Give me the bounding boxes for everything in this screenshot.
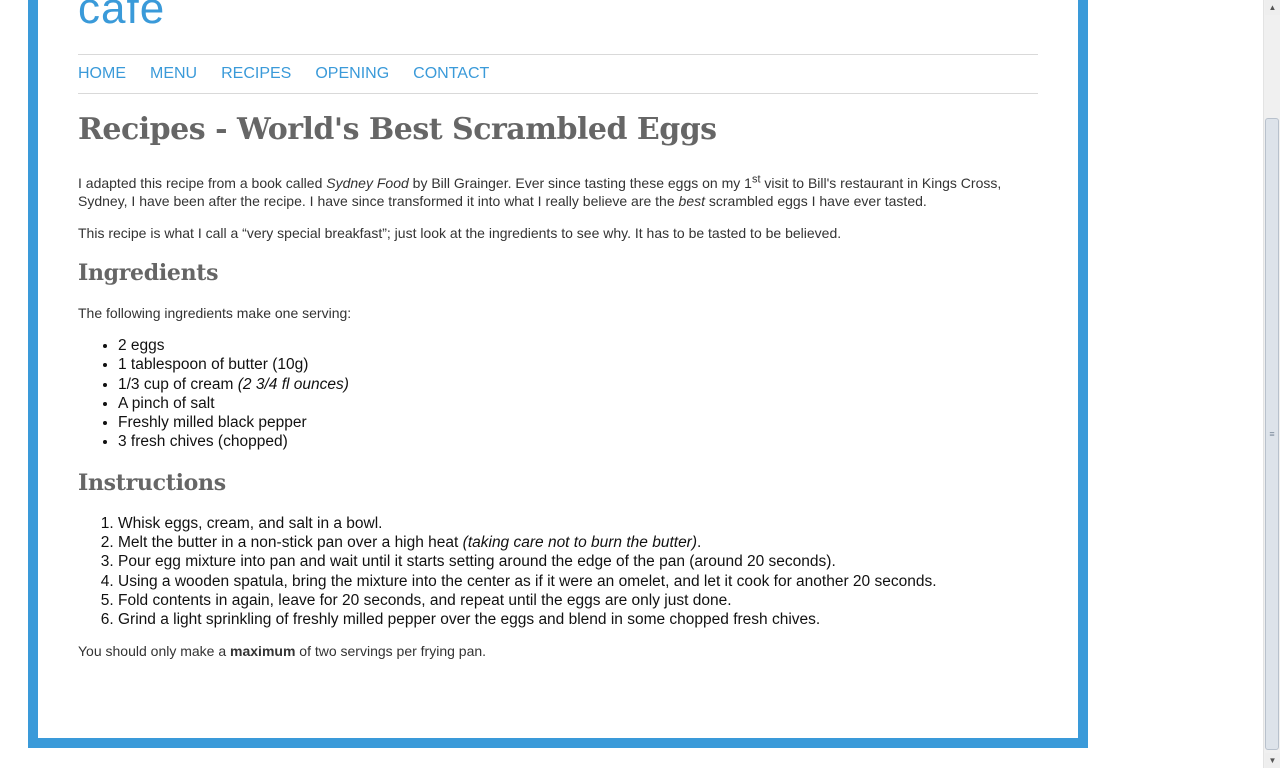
intro-text: scrambled eggs I have ever tasted. [705,193,927,209]
closing-note: You should only make a maximum of two se… [78,642,1038,660]
intro-text: I adapted this recipe from a book called [78,175,327,191]
step-text: Fold contents in again, leave for 20 sec… [118,591,732,609]
ingredients-lead: The following ingredients make one servi… [78,305,352,321]
step-tail: . [697,534,702,552]
scroll-up-icon[interactable]: ▲ [1265,0,1280,15]
grip-lines-icon: ≡ [1269,429,1275,439]
instructions-heading: Instructions [78,469,226,496]
scroll-thumb[interactable]: ≡ [1265,118,1279,750]
instruction-step: Melt the butter in a non-stick pan over … [118,533,1038,552]
page-frame: cafe HOME MENU RECIPES OPENING CONTACT R… [28,0,1088,748]
closing-emphasis: maximum [230,642,296,659]
ingredient-item: 1/3 cup of cream (2 3/4 fl ounces) [118,375,1038,394]
closing-text: of two servings per frying pan. [295,642,487,659]
instructions-list: Whisk eggs, cream, and salt in a bowl. M… [78,514,1038,630]
browser-viewport: cafe HOME MENU RECIPES OPENING CONTACT R… [0,0,1263,768]
vertical-scrollbar[interactable]: ▲ ≡ ▼ [1263,0,1280,768]
step-text: Pour egg mixture into pan and wait until… [118,553,836,571]
ordinal-suffix: st [751,173,761,186]
ingredients-list: 2 eggs 1 tablespoon of butter (10g) 1/3 … [78,336,1038,452]
nav-recipes-link[interactable]: RECIPES [221,65,291,83]
intro-paragraph-2: This recipe is what I call a “very speci… [78,225,842,241]
intro-paragraph: I adapted this recipe from a book called… [78,174,1038,210]
page-container: cafe HOME MENU RECIPES OPENING CONTACT R… [38,0,1078,738]
ingredients-heading: Ingredients [78,260,219,286]
step-text: Melt the butter in a non-stick pan over … [118,534,463,552]
instruction-step: Whisk eggs, cream, and salt in a bowl. [118,514,1038,533]
closing-text: You should only make a [78,642,231,659]
ingredient-item: 3 fresh chives (chopped) [118,432,1038,451]
nav-opening-link[interactable]: OPENING [315,65,389,83]
ingredient-text: 1/3 cup of cream [118,375,238,393]
ingredient-text: 1 tablespoon of butter (10g) [118,356,309,374]
ingredient-note: (2 3/4 fl ounces) [237,375,349,393]
recipe-article: Recipes - World's Best Scrambled Eggs I … [78,110,1038,674]
intro-text: by Bill Grainger. Ever since tasting the… [408,175,752,191]
ingredient-item: Freshly milled black pepper [118,413,1038,432]
site-logo[interactable]: cafe [78,0,165,31]
emphasis-text: best [678,193,705,209]
nav-home-link[interactable]: HOME [78,65,126,83]
ingredient-text: A pinch of salt [118,394,215,412]
instruction-step: Grind a light sprinkling of freshly mill… [118,610,1038,629]
nav-contact-link[interactable]: CONTACT [413,65,489,83]
step-text: Using a wooden spatula, bring the mixtur… [118,572,937,590]
step-note: (taking care not to burn the butter) [462,534,698,552]
step-text: Grind a light sprinkling of freshly mill… [118,611,821,629]
instruction-step: Pour egg mixture into pan and wait until… [118,552,1038,571]
ingredient-item: 2 eggs [118,336,1038,355]
step-text: Whisk eggs, cream, and salt in a bowl. [118,514,383,532]
book-title: Sydney Food [326,175,409,191]
ingredient-item: A pinch of salt [118,394,1038,413]
ingredient-text: Freshly milled black pepper [118,414,307,432]
ingredient-item: 1 tablespoon of butter (10g) [118,355,1038,374]
page-title: Recipes - World's Best Scrambled Eggs [78,112,717,147]
ingredient-text: 2 eggs [118,337,165,354]
main-nav: HOME MENU RECIPES OPENING CONTACT [78,54,1038,94]
ingredient-text: 3 fresh chives (chopped) [118,433,288,451]
nav-menu-link[interactable]: MENU [150,65,197,83]
instruction-step: Fold contents in again, leave for 20 sec… [118,591,1038,610]
scroll-down-icon[interactable]: ▼ [1265,753,1280,768]
instruction-step: Using a wooden spatula, bring the mixtur… [118,572,1038,591]
